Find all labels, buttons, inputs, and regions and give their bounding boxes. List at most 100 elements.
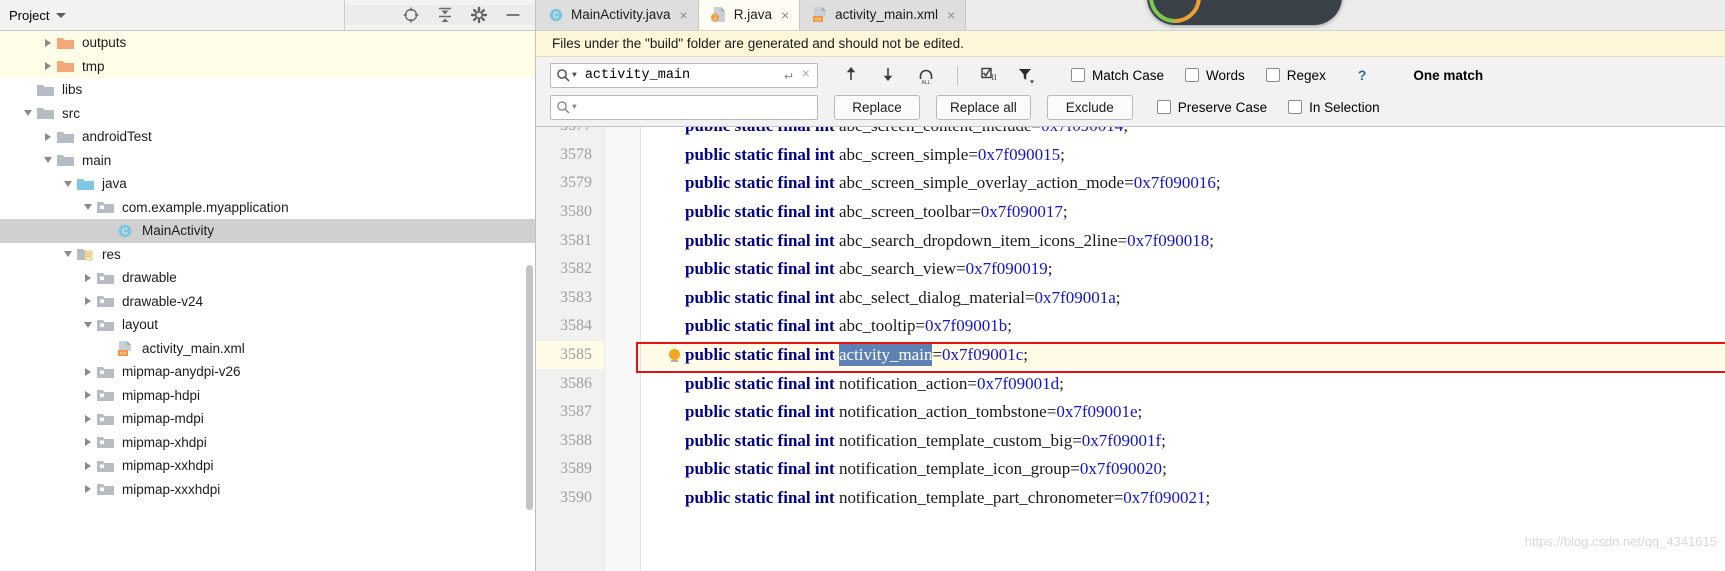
close-icon[interactable]: × xyxy=(781,8,789,22)
preserve-case-checkbox[interactable]: Preserve Case xyxy=(1156,100,1267,115)
code-hex-value: 0x7f090016 xyxy=(1133,173,1216,193)
expand-right-icon[interactable] xyxy=(80,481,96,497)
tree-item-androidtest[interactable]: androidTest xyxy=(0,125,535,149)
clear-search-icon[interactable]: × xyxy=(802,67,810,83)
find-next-icon[interactable] xyxy=(879,65,899,85)
chevron-down-icon[interactable] xyxy=(56,12,67,18)
tree-item-outputs[interactable]: outputs xyxy=(0,31,535,55)
expand-down-icon[interactable] xyxy=(80,199,96,215)
expand-right-icon[interactable] xyxy=(80,387,96,403)
code-line[interactable]: public static final int abc_screen_simpl… xyxy=(641,169,1725,198)
toggle-multiline-icon[interactable]: II xyxy=(979,65,999,85)
checkbox-box[interactable] xyxy=(1185,68,1200,82)
tree-item-mipmap-mdpi[interactable]: mipmap-mdpi xyxy=(0,407,535,431)
find-previous-icon[interactable] xyxy=(842,65,862,85)
code-content[interactable]: public static final int abc_screen_conte… xyxy=(641,127,1725,571)
code-line[interactable]: public static final int activity_main = 0x… xyxy=(641,340,1725,370)
filter-icon[interactable] xyxy=(1016,65,1036,85)
regex-checkbox[interactable]: Regex xyxy=(1265,68,1326,83)
replace-input[interactable] xyxy=(582,98,812,116)
tree-item-java[interactable]: java xyxy=(0,172,535,196)
tree-item-mainactivity[interactable]: C MainActivity xyxy=(0,219,535,243)
code-line[interactable]: public static final int notification_tem… xyxy=(641,455,1725,484)
expand-right-icon[interactable] xyxy=(40,129,56,145)
tree-item-layout[interactable]: layout xyxy=(0,313,535,337)
replace-button[interactable]: Replace xyxy=(834,94,920,120)
code-line[interactable]: public static final int abc_search_dropd… xyxy=(641,226,1725,255)
collapse-all-icon[interactable] xyxy=(435,5,455,25)
exclude-button[interactable]: Exclude xyxy=(1046,94,1133,120)
replace-field-wrapper[interactable]: ▼ xyxy=(550,94,818,120)
expand-right-icon[interactable] xyxy=(80,434,96,450)
enter-icon[interactable]: ↵ xyxy=(784,67,792,84)
expand-right-icon[interactable] xyxy=(80,293,96,309)
in-selection-checkbox[interactable]: In Selection xyxy=(1288,100,1380,115)
intention-bulb-icon[interactable] xyxy=(669,348,680,360)
code-line[interactable]: public static final int abc_screen_toolb… xyxy=(641,198,1725,227)
expand-right-icon[interactable] xyxy=(80,270,96,286)
checkbox-box[interactable] xyxy=(1265,68,1280,82)
replace-all-button[interactable]: Replace all xyxy=(936,94,1031,120)
tree-item-com-example-myapplication[interactable]: com.example.myapplication xyxy=(0,196,535,220)
tree-item-res[interactable]: res xyxy=(0,243,535,267)
close-icon[interactable]: × xyxy=(680,8,688,22)
tree-item-label: mipmap-hdpi xyxy=(122,387,201,403)
code-line[interactable]: public static final int notification_tem… xyxy=(641,427,1725,456)
code-semicolon: ; xyxy=(1215,173,1221,193)
checkbox-box[interactable] xyxy=(1288,100,1303,114)
code-line[interactable]: public static final int abc_search_view =… xyxy=(641,255,1725,284)
tree-item-main[interactable]: main xyxy=(0,149,535,173)
code-editor[interactable]: 3577 3578 3579 3580 3581 3582 3583 3584 3585 3586… xyxy=(536,127,1725,571)
tree-item-mipmap-xhdpi[interactable]: mipmap-xhdpi xyxy=(0,431,535,455)
expand-down-icon[interactable] xyxy=(60,176,76,192)
close-icon[interactable]: × xyxy=(947,8,955,22)
tree-item-mipmap-xxhdpi[interactable]: mipmap-xxhdpi xyxy=(0,454,535,478)
project-panel-scrollbar[interactable] xyxy=(526,265,533,510)
tree-item-drawable[interactable]: drawable xyxy=(0,266,535,290)
tree-item-drawable-v24[interactable]: drawable-v24 xyxy=(0,290,535,314)
expand-down-icon[interactable] xyxy=(80,317,96,333)
editor-tab-mainactivity-java[interactable]: C MainActivity.java × xyxy=(536,0,699,30)
select-all-occurrences-icon[interactable]: ALL xyxy=(916,65,936,86)
code-operator: = xyxy=(915,316,926,336)
code-line[interactable]: public static final int notification_act… xyxy=(641,369,1725,398)
project-dropdown[interactable]: Project xyxy=(0,0,344,30)
tree-item-mipmap-xxxhdpi[interactable]: mipmap-xxxhdpi xyxy=(0,478,535,502)
expand-down-icon[interactable] xyxy=(60,246,76,262)
expand-down-icon[interactable] xyxy=(20,105,36,121)
expand-down-icon[interactable] xyxy=(40,152,56,168)
code-line[interactable]: public static final int abc_screen_conte… xyxy=(641,127,1725,141)
code-line[interactable]: public static final int notification_tem… xyxy=(641,484,1725,513)
target-icon[interactable] xyxy=(401,5,421,25)
tree-item-tmp[interactable]: tmp xyxy=(0,54,535,78)
tree-item-mipmap-anydpi-v26[interactable]: mipmap-anydpi-v26 xyxy=(0,360,535,384)
expand-right-icon[interactable] xyxy=(80,411,96,427)
code-line[interactable]: public static final int notification_act… xyxy=(641,398,1725,427)
tree-item-libs[interactable]: libs xyxy=(0,78,535,102)
editor-tab-activity-main-xml[interactable]: <> activity_main.xml × xyxy=(800,0,967,30)
tree-item-src[interactable]: src xyxy=(0,102,535,126)
checkbox-box[interactable] xyxy=(1071,68,1085,82)
code-semicolon: ; xyxy=(1205,488,1211,508)
expand-right-icon[interactable] xyxy=(40,35,56,51)
search-input[interactable] xyxy=(582,66,785,84)
expand-right-icon[interactable] xyxy=(80,364,96,380)
res-folder-icon xyxy=(76,246,96,262)
project-file-tree[interactable]: outputs tmp libs src androidTest main java com.… xyxy=(0,31,535,571)
search-field-wrapper[interactable]: ▼ ↵ × xyxy=(550,62,818,88)
code-line[interactable]: public static final int abc_tooltip = 0x7f… xyxy=(641,312,1725,341)
match-case-checkbox[interactable]: Match Case xyxy=(1071,68,1164,83)
words-checkbox[interactable]: Words xyxy=(1185,68,1245,83)
expand-right-icon[interactable] xyxy=(40,58,56,74)
editor-tab-r-java[interactable]: J R.java × xyxy=(698,0,801,30)
tree-item-mipmap-hdpi[interactable]: mipmap-hdpi xyxy=(0,384,535,408)
gear-icon[interactable] xyxy=(469,5,489,25)
tree-item-activity-main-xml[interactable]: <> activity_main.xml xyxy=(0,337,535,361)
checkbox-box[interactable] xyxy=(1156,100,1171,114)
regex-help-icon[interactable]: ? xyxy=(1358,67,1367,83)
performance-widget[interactable]: 73% 0K/s xyxy=(1138,0,1342,34)
code-line[interactable]: public static final int abc_screen_simpl… xyxy=(641,141,1725,170)
minimize-icon[interactable] xyxy=(503,5,523,25)
expand-right-icon[interactable] xyxy=(80,458,96,474)
code-line[interactable]: public static final int abc_select_dialo… xyxy=(641,284,1725,313)
